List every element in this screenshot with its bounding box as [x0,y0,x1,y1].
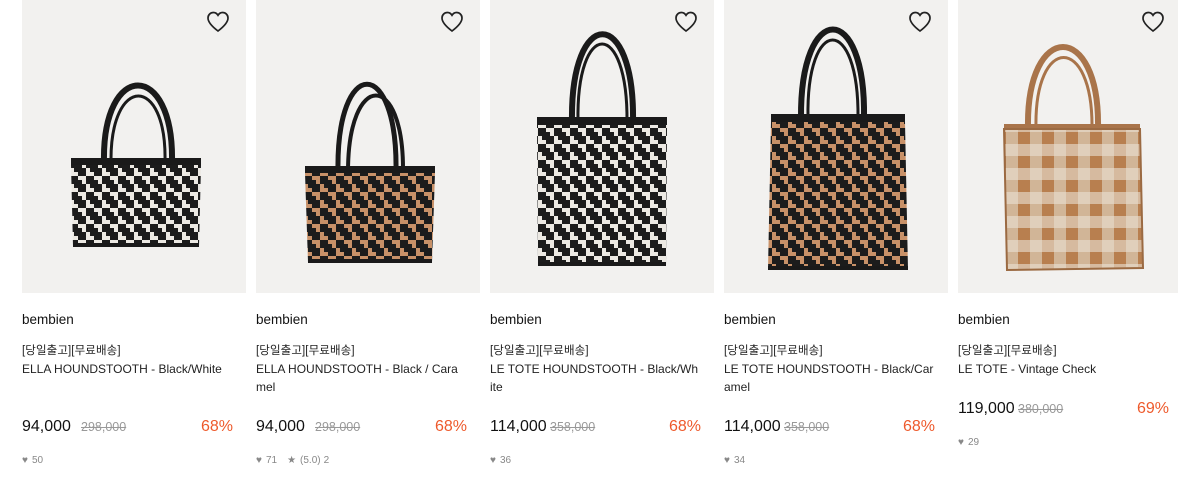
wishlist-heart-icon[interactable] [1141,11,1165,33]
brand-name[interactable]: bembien [22,312,74,327]
product-name[interactable]: LE TOTE HOUNDSTOOTH - Black/White [490,360,700,396]
likes-count: 34 [733,455,746,466]
product-meta: ♥ 36 [490,455,511,466]
original-price: 380,000 [1018,402,1064,416]
rating-score: (5.0) [300,455,321,466]
wishlist-heart-icon[interactable] [440,11,464,33]
product-card[interactable]: bembien [당일출고][무료배송] LE TOTE HOUNDSTOOTH… [490,0,714,494]
sale-price: 114,000 [724,418,781,435]
sale-price: 94,000 [22,418,71,435]
product-meta: ♥ 71 ★ (5.0) 2 [256,455,329,466]
original-price: 298,000 [81,420,127,434]
handbag-houndstooth-black-caramel-image [305,81,435,263]
brand-name[interactable]: bembien [958,312,1010,327]
product-name[interactable]: ELLA HOUNDSTOOTH - Black/White [22,360,232,378]
wishlist-heart-icon[interactable] [674,11,698,33]
product-image[interactable] [22,0,246,293]
product-image[interactable] [724,0,948,293]
tote-houndstooth-black-white-image [537,31,667,266]
product-card[interactable]: bembien [당일출고][무료배송] LE TOTE HOUNDSTOOTH… [724,0,948,494]
product-image[interactable] [958,0,1178,293]
product-image[interactable] [256,0,480,293]
shipping-tag: [당일출고][무료배송] [490,345,589,357]
original-price: 358,000 [550,420,596,434]
likes-count: 29 [967,437,980,448]
price-row: 119,000 380,000 69% [958,396,1169,418]
shipping-tag: [당일출고][무료배송] [724,345,823,357]
likes-heart-icon: ♥ [490,454,496,466]
price-row: 94,000 298,000 68% [256,414,467,436]
likes-heart-icon: ♥ [22,454,28,466]
product-image[interactable] [490,0,714,293]
product-name[interactable]: LE TOTE - Vintage Check [958,360,1168,378]
price-row: 114,000 358,000 68% [490,414,701,436]
brand-name[interactable]: bembien [256,312,308,327]
original-price: 298,000 [315,420,361,434]
brand-name[interactable]: bembien [490,312,542,327]
discount-rate: 68% [434,418,467,435]
likes-count: 50 [31,455,44,466]
shipping-tag: [당일출고][무료배송] [256,345,355,357]
discount-rate: 68% [200,418,233,435]
likes-count: 71 [265,455,278,466]
price-row: 94,000 298,000 68% [22,414,233,436]
likes-count: 36 [499,455,512,466]
price-row: 114,000 358,000 68% [724,414,935,436]
handbag-houndstooth-black-white-image [71,82,201,247]
likes-heart-icon: ♥ [724,454,730,466]
rating-star-icon: ★ [287,454,297,466]
brand-name[interactable]: bembien [724,312,776,327]
wishlist-heart-icon[interactable] [908,11,932,33]
shipping-tag: [당일출고][무료배송] [22,345,121,357]
product-meta: ♥ 50 [22,455,43,466]
product-card[interactable]: bembien [당일출고][무료배송] ELLA HOUNDSTOOTH - … [22,0,246,494]
sale-price: 94,000 [256,418,305,435]
product-card[interactable]: bembien [당일출고][무료배송] LE TOTE - Vintage C… [958,0,1178,494]
discount-rate: 68% [668,418,701,435]
sale-price: 119,000 [958,400,1015,417]
product-name[interactable]: ELLA HOUNDSTOOTH - Black / Caramel [256,360,466,396]
tote-houndstooth-black-caramel-image [768,26,908,270]
likes-heart-icon: ♥ [958,436,964,448]
original-price: 358,000 [784,420,830,434]
likes-heart-icon: ♥ [256,454,262,466]
shipping-tag: [당일출고][무료배송] [958,345,1057,357]
sale-price: 114,000 [490,418,547,435]
product-name[interactable]: LE TOTE HOUNDSTOOTH - Black/Caramel [724,360,934,396]
wishlist-heart-icon[interactable] [206,11,230,33]
product-meta: ♥ 29 [958,437,979,448]
tote-vintage-check-image [1002,44,1145,272]
discount-rate: 68% [902,418,935,435]
product-card[interactable]: bembien [당일출고][무료배송] ELLA HOUNDSTOOTH - … [256,0,480,494]
review-count: 2 [323,455,330,466]
discount-rate: 69% [1136,400,1169,417]
product-meta: ♥ 34 [724,455,745,466]
